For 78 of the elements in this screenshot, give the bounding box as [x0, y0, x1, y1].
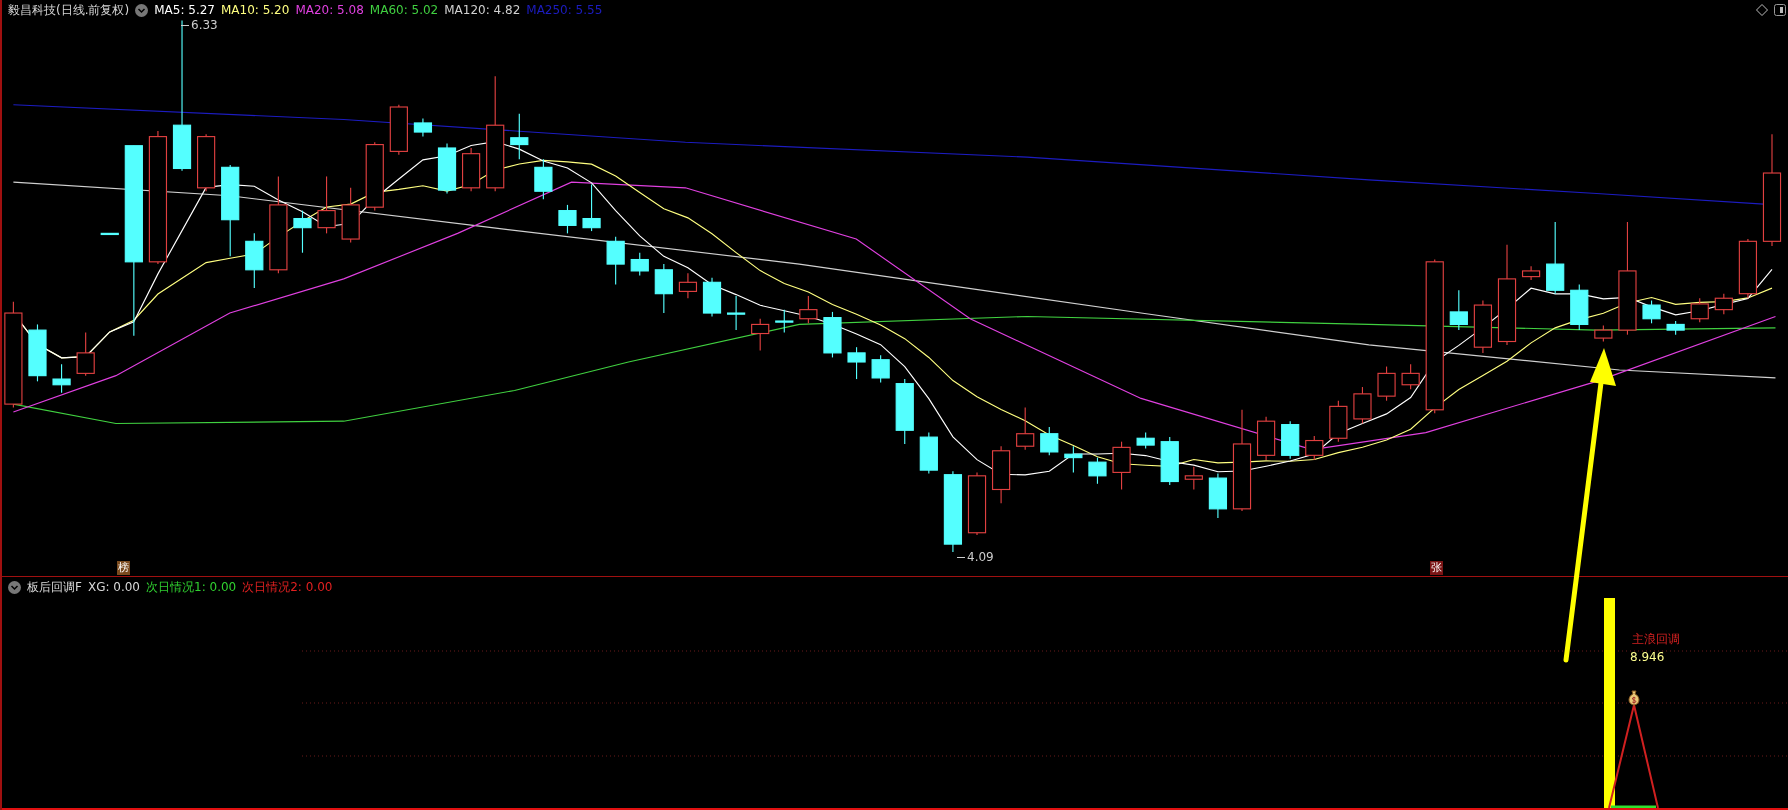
- dropdown-icon[interactable]: [135, 3, 149, 17]
- indicator-value: 次日情况1: 0.00: [146, 579, 237, 596]
- candlestick: [100, 232, 119, 236]
- signal-value: 8.946: [1630, 649, 1665, 666]
- candlestick: [727, 295, 746, 331]
- candlestick: [558, 204, 577, 234]
- candlestick: [606, 236, 625, 286]
- money-bag-icon: [1626, 690, 1642, 706]
- candlestick: [823, 311, 842, 358]
- candlestick: [582, 183, 601, 232]
- indicator-value: XG: 0.00: [87, 579, 140, 596]
- candlestick: [437, 142, 457, 195]
- candlestick: [1401, 363, 1420, 390]
- candlestick: [1714, 293, 1733, 315]
- candlestick: [52, 363, 71, 394]
- candlestick: [1281, 420, 1300, 460]
- candlestick: [245, 232, 264, 289]
- candlestick: [317, 175, 336, 234]
- candlestick: [1329, 400, 1348, 443]
- candlestick: [775, 309, 794, 333]
- candlestick: [1377, 366, 1396, 402]
- candlestick: [1257, 416, 1276, 461]
- candlestick: [678, 272, 698, 299]
- candlestick: [1666, 320, 1685, 336]
- candlestick: [1136, 432, 1155, 450]
- candlestick: [992, 445, 1011, 504]
- indicator-title: 板后回调F: [27, 579, 82, 596]
- marker-tag: 张: [1430, 560, 1444, 575]
- candlestick: [389, 104, 408, 156]
- candlestick: [341, 187, 360, 244]
- candlestick: [1449, 289, 1468, 331]
- candlestick: [919, 432, 938, 475]
- candlestick: [751, 318, 770, 352]
- candlestick: [28, 323, 47, 382]
- candlestick: [630, 252, 649, 277]
- candlestick: [1064, 445, 1083, 473]
- low-price-label: 4.09: [967, 549, 994, 566]
- candlestick: [847, 346, 866, 380]
- candlestick: [1642, 299, 1661, 324]
- candlestick: [654, 263, 673, 314]
- candlestick: [1088, 457, 1107, 485]
- leader-line: [181, 24, 189, 26]
- candlestick: [702, 277, 722, 318]
- diamond-icon[interactable]: [1756, 4, 1768, 16]
- candlestick: [1690, 297, 1709, 323]
- candlestick: [1184, 466, 1203, 491]
- candlestick: [76, 331, 95, 377]
- candlestick: [1112, 441, 1131, 491]
- candlestick: [293, 210, 312, 254]
- candlestick: [462, 147, 481, 192]
- candlestick: [967, 471, 987, 536]
- candlestick: [197, 133, 216, 192]
- candlestick: [365, 141, 384, 212]
- candlestick: [1570, 284, 1589, 331]
- candlestick: [1016, 406, 1035, 451]
- stock-title: 毅昌科技(日线.前复权): [8, 1, 130, 19]
- signal-label: 主浪回调: [1632, 631, 1680, 648]
- candlestick: [1594, 325, 1613, 343]
- candlestick: [1305, 435, 1324, 461]
- candlestick: [1208, 473, 1228, 519]
- high-price-label: 6.33: [191, 17, 218, 34]
- candlestick: [1040, 426, 1059, 456]
- panel-toggle-icon[interactable]: [1774, 4, 1786, 16]
- dropdown-icon[interactable]: [8, 580, 21, 594]
- candlestick: [1160, 436, 1179, 486]
- candlestick: [510, 113, 529, 160]
- candlestick: [1473, 299, 1492, 354]
- candlestick: [1353, 386, 1372, 425]
- leader-line: [957, 556, 965, 558]
- candlestick: [413, 117, 433, 138]
- candlestick: [895, 378, 914, 445]
- marker-tag: 榜: [117, 560, 131, 575]
- candlestick: [1522, 265, 1541, 281]
- indicator-value: 次日情况2: 0.00: [242, 579, 333, 596]
- candlestick: [799, 295, 818, 324]
- candlestick: [1738, 238, 1757, 299]
- candlestick: [534, 158, 553, 200]
- candlestick: [871, 354, 890, 384]
